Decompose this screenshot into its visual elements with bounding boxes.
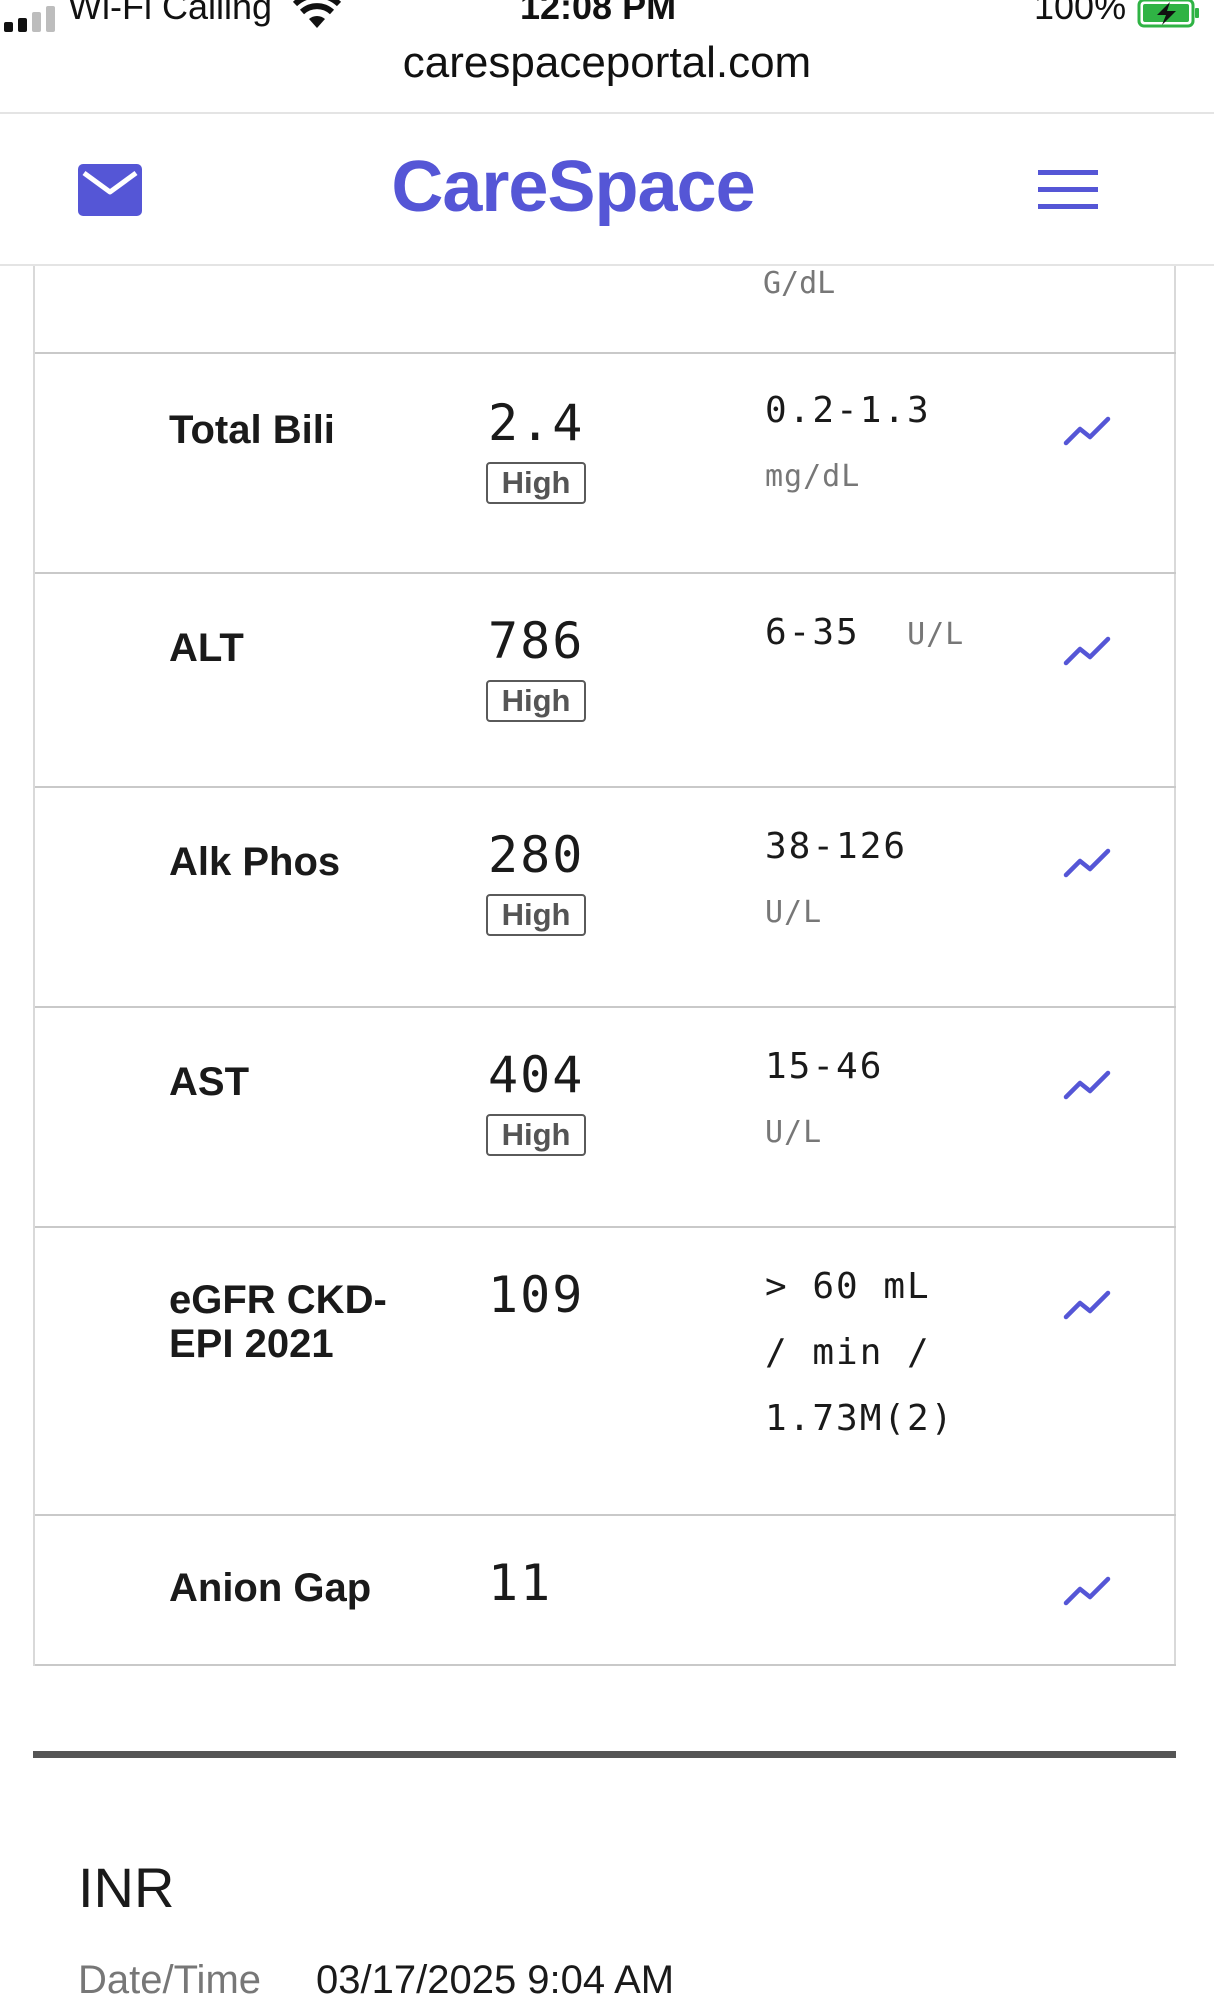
hamburger-menu-icon[interactable] <box>1038 170 1098 210</box>
result-value: 786 <box>488 612 585 670</box>
test-name: Total Bili <box>169 408 335 452</box>
table-bottom-border <box>35 1664 1176 1666</box>
lab-row-egfr: eGFR CKD-EPI 2021 109 > 60 mL / min / 1.… <box>35 1226 1176 1514</box>
address-bar-url[interactable]: carespaceportal.com <box>0 38 1214 88</box>
previous-row-unit: G/dL <box>763 266 836 301</box>
reference-range: 6-35 U/L <box>765 600 964 668</box>
high-flag-badge: High <box>486 894 586 936</box>
lab-row-ast: AST 404 High 15-46 U/L <box>35 1006 1176 1226</box>
range-unit: mg/dL <box>765 459 861 494</box>
lab-row-anion-gap: Anion Gap 11 <box>35 1514 1176 1666</box>
range-text: 15-46 <box>765 1046 884 1087</box>
battery-percentage: 100% <box>1034 0 1127 27</box>
range-text: 38-126 <box>765 826 908 867</box>
app-header: CareSpace <box>0 112 1214 266</box>
trend-chart-icon[interactable] <box>1063 634 1111 668</box>
high-flag-badge: High <box>486 680 586 722</box>
test-name: AST <box>169 1060 249 1104</box>
range-unit: U/L <box>765 1115 823 1150</box>
lab-row-alk-phos: Alk Phos 280 High 38-126 U/L <box>35 786 1176 1006</box>
high-flag-badge: High <box>486 1114 586 1156</box>
lab-results-card: G/dL Total Bili 2.4 High 0.2-1.3 mg/dL A… <box>33 266 1176 1666</box>
trend-chart-icon[interactable] <box>1063 846 1111 880</box>
datetime-label: Date/Time <box>78 1958 262 2002</box>
clock: 12:08 PM <box>520 0 677 27</box>
trend-chart-icon[interactable] <box>1063 1288 1111 1322</box>
section-divider <box>33 1751 1176 1758</box>
trend-chart-icon[interactable] <box>1063 1574 1111 1608</box>
status-bar: Wi-Fi Calling 12:08 PM 100% carespacepor… <box>0 0 1214 112</box>
inr-section-title: INR <box>78 1856 175 1919</box>
battery-charging-icon <box>1137 0 1199 28</box>
trend-chart-icon[interactable] <box>1063 1068 1111 1102</box>
lab-row-alt: ALT 786 High 6-35 U/L <box>35 572 1176 786</box>
result-value: 109 <box>488 1266 585 1324</box>
range-line-1: > 60 mL <box>765 1266 931 1307</box>
trend-chart-icon[interactable] <box>1063 414 1111 448</box>
brand-logo[interactable]: CareSpace <box>0 146 1146 228</box>
range-unit: U/L <box>907 617 965 652</box>
reference-range: > 60 mL / min / 1.73M(2) <box>765 1254 954 1452</box>
range-line-2: / min / <box>765 1332 931 1373</box>
range-text: 0.2-1.3 <box>765 390 931 431</box>
range-unit: U/L <box>765 895 823 930</box>
high-flag-badge: High <box>486 462 586 504</box>
range-text: 6-35 <box>765 612 860 653</box>
test-name: Alk Phos <box>169 840 341 884</box>
result-value: 280 <box>488 826 585 884</box>
datetime-value: 03/17/2025 9:04 AM <box>316 1958 675 2002</box>
carrier-label: Wi-Fi Calling <box>68 0 273 27</box>
reference-range: 38-126 U/L <box>765 814 907 946</box>
result-value: 2.4 <box>488 394 585 452</box>
test-name: ALT <box>169 626 244 670</box>
reference-range: 15-46 U/L <box>765 1034 883 1166</box>
wifi-icon <box>292 0 342 28</box>
reference-range: 0.2-1.3 mg/dL <box>765 378 931 510</box>
result-value: 404 <box>488 1046 585 1104</box>
result-value: 11 <box>488 1554 553 1612</box>
test-name: eGFR CKD-EPI 2021 <box>169 1278 387 1366</box>
lab-row-total-bili: Total Bili 2.4 High 0.2-1.3 mg/dL <box>35 352 1176 572</box>
test-name: Anion Gap <box>169 1566 372 1610</box>
range-line-3: 1.73M(2) <box>765 1398 955 1439</box>
cellular-signal-icon <box>4 6 55 32</box>
